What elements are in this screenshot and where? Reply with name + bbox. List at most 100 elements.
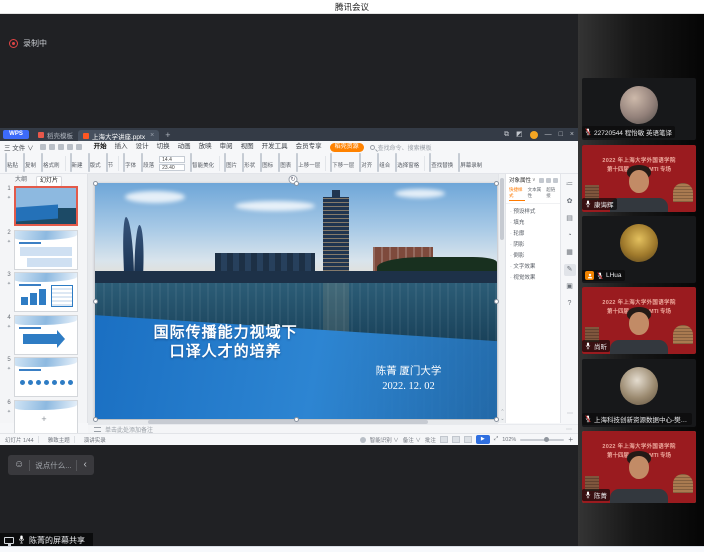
status-item[interactable]: 雅致主题 — [48, 436, 70, 444]
smart-tool-label[interactable]: 智能识别 ∨ — [370, 436, 399, 444]
close-tab-icon[interactable]: × — [150, 132, 154, 139]
help-pane-icon[interactable]: ? — [564, 298, 576, 310]
selection-handle[interactable] — [294, 417, 299, 422]
smart-tool-icon[interactable] — [360, 437, 366, 443]
ribbon-button[interactable]: 段落 — [141, 154, 154, 172]
properties-item[interactable]: 文字效果 — [510, 262, 560, 273]
selection-handle[interactable] — [494, 299, 499, 304]
status-item[interactable]: 幻灯片 1/44 — [5, 436, 34, 444]
skin-icon[interactable]: ◩ — [516, 128, 523, 141]
slide-thumbnail-2[interactable] — [14, 230, 78, 270]
settings-pane-icon[interactable]: ✿ — [564, 196, 576, 208]
slideshow-play-button[interactable]: ▶ — [476, 435, 490, 444]
ribbon-button[interactable]: 复制 — [23, 154, 36, 172]
ribbon-tab-9[interactable]: 会员专享 — [292, 141, 326, 153]
account-avatar[interactable] — [530, 131, 538, 139]
ribbon-tab-0[interactable]: 开始 — [90, 141, 111, 153]
maximize-button[interactable]: □ — [559, 128, 563, 141]
document-tab[interactable]: 上海大学讲座.pptx× — [78, 130, 159, 141]
zoom-in-button[interactable]: + — [568, 435, 573, 444]
properties-tab[interactable]: 快捷样式 — [509, 187, 525, 201]
status-item[interactable]: 演讲实录 — [84, 436, 106, 444]
zoom-slider[interactable] — [520, 439, 564, 441]
ribbon-button[interactable]: 形状 — [242, 154, 255, 172]
zoom-slider-knob[interactable] — [544, 437, 549, 442]
ribbon-button[interactable]: 组合 — [377, 154, 390, 172]
notes-toggle[interactable]: 备注 ∨ — [403, 436, 421, 444]
participant-tile[interactable]: 2022 年上海大学外国语学院 第十四届MTI 专场 陈菁 — [582, 431, 696, 503]
ribbon-button[interactable]: 格式刷 — [41, 154, 60, 172]
ribbon-button[interactable]: 粘贴 — [5, 154, 18, 172]
selection-handle[interactable] — [294, 181, 299, 186]
vertical-scrollbar[interactable]: ⌃ ⌄ — [498, 174, 505, 423]
ribbon-tab-4[interactable]: 动画 — [174, 141, 195, 153]
file-menu[interactable]: 三 文件 ∨ — [4, 142, 34, 152]
quick-access-toolbar[interactable] — [40, 144, 82, 150]
ribbon-tab-6[interactable]: 审阅 — [216, 141, 237, 153]
outline-pane-icon[interactable]: ≔ — [564, 179, 576, 191]
slide-thumbnail-1[interactable] — [14, 186, 78, 226]
participant-tile[interactable]: LHua — [582, 216, 696, 283]
quick-chat-bar[interactable]: ☺ 说点什么... ‹ — [8, 455, 94, 475]
properties-tab[interactable]: 超链接 — [546, 187, 558, 201]
ribbon-button[interactable]: 屏幕录制 — [458, 154, 482, 172]
participant-tile[interactable]: 2022 年上海大学外国语学院 第十四届MTI 专场 尚昕 — [582, 287, 696, 354]
ribbon-tab-5[interactable]: 放映 — [195, 141, 216, 153]
notes-bar[interactable]: 单击此处添加备注 ⋯ — [88, 424, 578, 433]
new-document-tab-button[interactable]: + — [165, 130, 170, 140]
properties-header-icons[interactable] — [539, 178, 558, 183]
properties-caret-icon[interactable]: ∨ — [532, 177, 536, 183]
selection-handle[interactable] — [93, 417, 98, 422]
notes-more-icon[interactable]: ⋯ — [566, 426, 572, 433]
command-search[interactable]: 查找命令、搜索模板 — [370, 143, 432, 152]
selection-handle[interactable] — [93, 299, 98, 304]
docer-resources-button[interactable]: 稻壳资源 — [330, 143, 364, 152]
history-pane-icon[interactable]: ◔ — [564, 230, 576, 242]
wps-home-button[interactable]: WPS — [3, 130, 29, 139]
properties-item[interactable]: 预设样式 — [510, 207, 560, 218]
properties-item[interactable]: 轮廓 — [510, 229, 560, 240]
slide-title[interactable]: 国际传播能力视域下 口译人才的培养 — [115, 323, 336, 361]
ribbon-button[interactable]: 选择窗格 — [395, 154, 419, 172]
ribbon-tab-7[interactable]: 视图 — [237, 141, 258, 153]
ribbon-tab-1[interactable]: 插入 — [111, 141, 132, 153]
ribbon-button[interactable]: 新建 — [70, 154, 83, 172]
minimize-button[interactable]: — — [545, 128, 552, 141]
ribbon-tab-8[interactable]: 开发工具 — [258, 141, 292, 153]
properties-item[interactable]: 阴影 — [510, 240, 560, 251]
chat-collapse-button[interactable]: ‹ — [82, 460, 87, 470]
ribbon-button[interactable]: 查找替换 — [429, 154, 453, 172]
ribbon-button[interactable]: 上移一层 — [296, 154, 320, 172]
participant-tile[interactable]: 2022 年上海大学外国语学院 第十四届MTI 专场 康诲辉 — [582, 145, 696, 212]
strip-more-icon[interactable]: ⋯ — [561, 410, 579, 417]
slide-credit[interactable]: 陈菁 厦门大学 2022. 12. 02 — [336, 364, 481, 394]
ribbon-button[interactable]: 图片 — [224, 154, 237, 172]
comments-toggle[interactable]: 批注 — [425, 436, 436, 444]
selection-handle[interactable] — [494, 181, 499, 186]
chart-pane-icon[interactable]: ▦ — [564, 247, 576, 259]
ribbon-button[interactable]: 图标 — [260, 154, 273, 172]
media-pane-icon[interactable]: ▣ — [564, 281, 576, 293]
properties-item[interactable]: 填充 — [510, 218, 560, 229]
ribbon-button[interactable]: 图表 — [278, 154, 291, 172]
vertical-scrollbar-thumb[interactable] — [500, 178, 504, 240]
ribbon-button[interactable]: 节 — [106, 154, 114, 172]
ribbon-button[interactable]: 版式 — [88, 154, 101, 172]
font-size-inputs[interactable]: 14.423.40 — [159, 156, 185, 171]
ribbon-button[interactable]: 对齐 — [359, 154, 372, 172]
selection-handle[interactable] — [494, 417, 499, 422]
document-tab[interactable]: 稻壳模板 — [33, 128, 78, 141]
ribbon-tab-3[interactable]: 切换 — [153, 141, 174, 153]
reading-view-icon[interactable] — [464, 436, 472, 443]
properties-item[interactable]: 视觉效果 — [510, 273, 560, 284]
participant-tile[interactable]: 22720544 程怡敏 英语笔译 — [582, 78, 696, 140]
slide-sorter-view-icon[interactable] — [452, 436, 460, 443]
slide-thumbnail-4[interactable] — [14, 315, 78, 355]
ribbon-button[interactable]: 字体 — [123, 154, 136, 172]
slide-thumbnail-3[interactable] — [14, 272, 78, 312]
ribbon-button[interactable]: 下移一层 — [330, 154, 354, 172]
selection-handle[interactable] — [93, 181, 98, 186]
ribbon-button[interactable]: 智能美化 — [190, 154, 214, 172]
slide-thumbnail-5[interactable] — [14, 357, 78, 397]
style-pane-icon[interactable]: ✎ — [564, 264, 576, 276]
